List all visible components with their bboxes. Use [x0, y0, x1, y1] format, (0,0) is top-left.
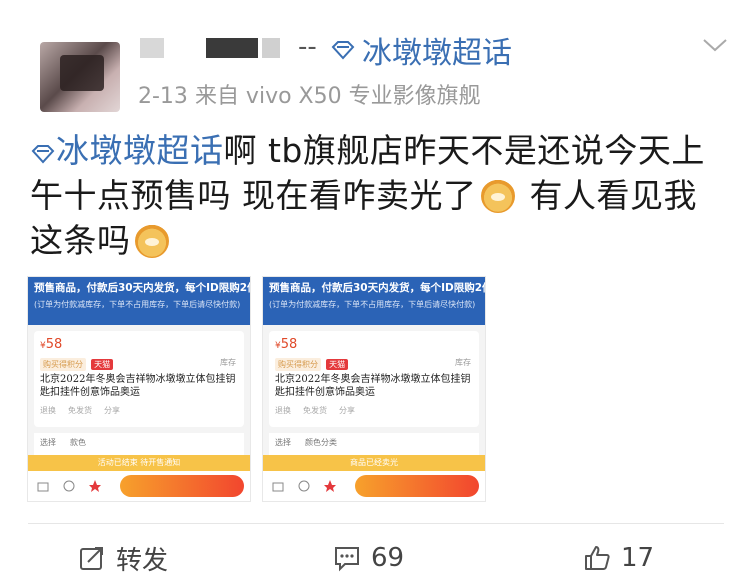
clock-icon	[63, 480, 75, 492]
presale-banner: 预售商品，付款后30天内发货，每个ID限购2件 (订单为付款减库存，下单不占用库…	[263, 277, 485, 325]
like-button[interactable]: 17	[583, 540, 654, 576]
stock-label: 库存	[220, 358, 236, 367]
thumbs-up-icon	[585, 546, 610, 570]
comment-count: 69	[371, 543, 405, 573]
masked-username	[140, 38, 164, 58]
post-date: 2-13	[138, 84, 188, 109]
points-pill: 购买得积分	[40, 358, 86, 371]
avatar-mask	[60, 55, 104, 91]
supertopic-diamond-icon	[31, 145, 55, 164]
post-image-1[interactable]: 预售商品，付款后30天内发货，每个ID限购2件 (订单为付款减库存，下单不占用库…	[27, 276, 251, 502]
divider	[28, 523, 724, 524]
shop-bottom-bar	[263, 471, 485, 501]
spec-row: 选择 颜色分类	[269, 433, 479, 455]
service-label: 免发货	[303, 406, 327, 415]
masked-username	[262, 38, 280, 58]
service-icons: 退换 免发货 分享	[275, 405, 473, 416]
presale-banner: 预售商品，付款后30天内发货，每个ID限购2件 (订单为付款减库存，下单不占用库…	[28, 277, 250, 325]
repost-button[interactable]: 转发	[78, 540, 168, 576]
banner-subtitle: (订单为付款减库存，下单不占用库存，下单后请尽快付款)	[269, 300, 476, 309]
buy-button	[355, 475, 479, 497]
doge-emoji-icon	[134, 224, 169, 258]
notice-bar: 活动已结束 待开售通知	[28, 455, 250, 471]
post-header: -- 冰墩墩超话 2-13 来自 vivo X50 专业影像旗舰	[0, 0, 750, 118]
banner-title: 预售商品，付款后30天内发货，每个ID限购2件	[269, 282, 486, 294]
topic-link[interactable]: 冰墩墩超话	[30, 131, 224, 170]
masked-username	[206, 38, 258, 58]
spec-label: 选择	[275, 438, 291, 447]
product-card: ¥58 购买得积分 库存 天猫 北京2022年冬奥会吉祥物冰墩墩立体包挂钥匙扣挂…	[269, 331, 479, 427]
comment-button[interactable]: 69	[333, 540, 404, 576]
star-icon	[89, 480, 101, 492]
banner-subtitle: (订单为付款减库存，下单不占用库存，下单后请尽快付款)	[34, 300, 241, 309]
like-count: 17	[621, 543, 655, 573]
product-title: 北京2022年冬奥会吉祥物冰墩墩立体包挂钥匙扣挂件创意饰品奥运	[275, 374, 471, 398]
comment-icon	[335, 547, 359, 572]
post-source: 来自 vivo X50 专业影像旗舰	[194, 84, 481, 109]
buy-button	[120, 475, 244, 497]
service-icons: 退换 免发货 分享	[40, 405, 238, 416]
service-label: 免发货	[68, 406, 92, 415]
author-prefix: --	[298, 32, 317, 62]
clock-icon	[298, 480, 310, 492]
chevron-down-icon[interactable]	[698, 30, 732, 60]
repost-icon	[80, 547, 103, 570]
supertopic-diamond-icon	[331, 41, 355, 60]
star-icon	[324, 480, 336, 492]
price: ¥58	[40, 337, 63, 352]
doge-emoji-icon	[480, 179, 515, 213]
shop-icon	[272, 482, 284, 492]
spec-row: 选择 款色	[34, 433, 244, 455]
points-pill: 购买得积分	[275, 358, 321, 371]
service-label: 退换	[40, 406, 56, 415]
topic-text: 冰墩墩超话	[56, 131, 224, 170]
spec-value: 颜色分类	[305, 438, 337, 447]
post-meta: 2-13 来自 vivo X50 专业影像旗舰	[138, 78, 481, 110]
shop-tag: 天猫	[326, 359, 349, 370]
spec-value: 款色	[70, 438, 86, 447]
notice-bar: 商品已经卖光	[263, 455, 485, 471]
shop-bottom-bar	[28, 471, 250, 501]
post-image-2[interactable]: 预售商品，付款后30天内发货，每个ID限购2件 (订单为付款减库存，下单不占用库…	[262, 276, 486, 502]
supertopic-name: 冰墩墩超话	[362, 36, 512, 71]
shop-tag: 天猫	[91, 359, 114, 370]
supertopic-link[interactable]: 冰墩墩超话	[330, 28, 512, 72]
banner-title: 预售商品，付款后30天内发货，每个ID限购2件	[34, 282, 251, 294]
product-card: ¥58 购买得积分 库存 天猫 北京2022年冬奥会吉祥物冰墩墩立体包挂钥匙扣挂…	[34, 331, 244, 427]
price: ¥58	[275, 337, 298, 352]
service-label: 分享	[339, 406, 355, 415]
product-title: 北京2022年冬奥会吉祥物冰墩墩立体包挂钥匙扣挂件创意饰品奥运	[40, 374, 236, 398]
shop-icon	[37, 482, 49, 492]
spec-label: 选择	[40, 438, 56, 447]
service-label: 退换	[275, 406, 291, 415]
stock-label: 库存	[455, 358, 471, 367]
repost-label: 转发	[116, 545, 169, 576]
post-body: 冰墩墩超话啊 tb旗舰店昨天不是还说今天上午十点预售吗 现在看咋卖光了 有人看见…	[30, 128, 730, 263]
service-label: 分享	[104, 406, 120, 415]
